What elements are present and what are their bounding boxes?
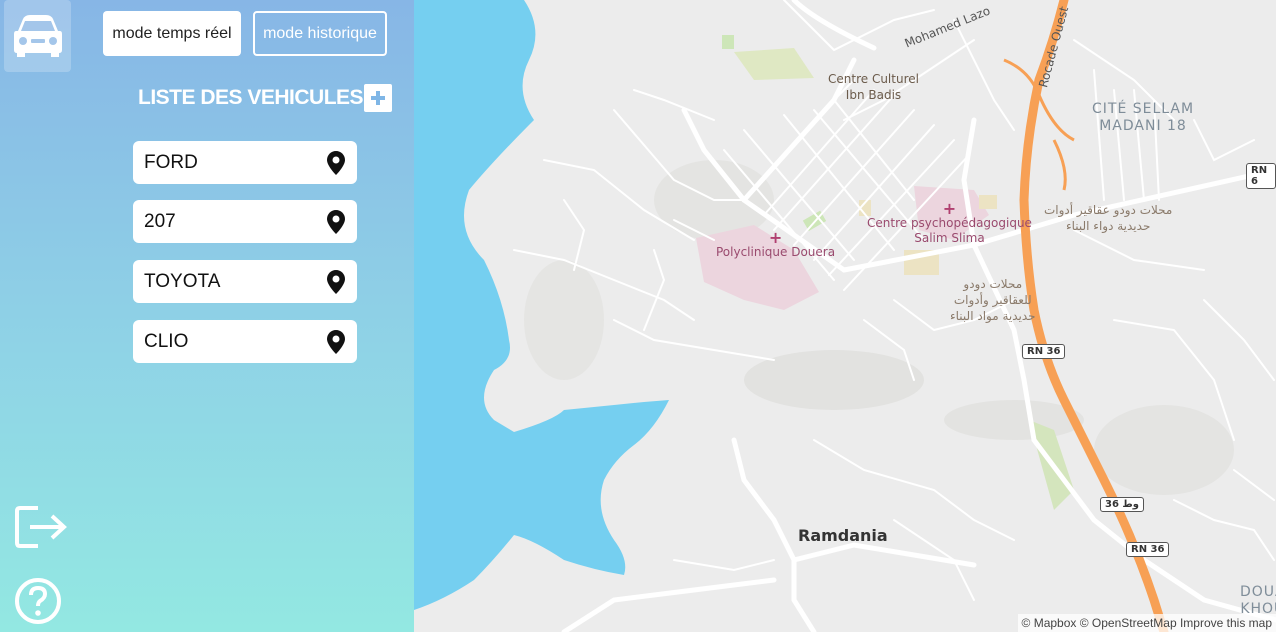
map-marker-icon[interactable] xyxy=(327,150,345,175)
vehicle-label: TOYOTA xyxy=(144,270,221,292)
car-icon xyxy=(13,15,62,57)
help-button[interactable] xyxy=(14,577,62,630)
hospital-icon: + xyxy=(768,228,783,247)
map-marker-icon[interactable] xyxy=(327,329,345,354)
logout-button[interactable] xyxy=(14,504,68,555)
car-tile[interactable] xyxy=(4,0,71,72)
mode-historic-button[interactable]: mode historique xyxy=(253,11,387,56)
sidebar: mode temps réel mode historique LISTE DE… xyxy=(0,0,414,632)
label-arabic-shop-2: محلات دودو للعقاقير وأدوات حديدية مواد ا… xyxy=(950,277,1036,323)
vehicle-item-toyota[interactable]: TOYOTA xyxy=(133,260,357,303)
vehicle-label: 207 xyxy=(144,210,176,232)
road-shield-rn6: RN 6 xyxy=(1246,163,1276,189)
label-cite-sellam: CITÉ SELLAM MADANI 18 xyxy=(1092,101,1195,134)
plus-icon xyxy=(371,91,385,105)
road-shield-rn36-ar: 36 وط xyxy=(1100,497,1145,512)
road-shield-rn36: RN 36 xyxy=(1022,344,1066,359)
vehicle-item-207[interactable]: 207 xyxy=(133,200,357,243)
map-attribution[interactable]: © Mapbox © OpenStreetMap Improve this ma… xyxy=(1017,614,1276,632)
map-marker-icon[interactable] xyxy=(327,269,345,294)
road-shield-rn36: RN 36 xyxy=(1126,542,1170,557)
vehicle-item-ford[interactable]: FORD xyxy=(133,141,357,184)
label-doua: DOUA KHOU xyxy=(1240,584,1276,617)
vehicle-list-title: LISTE DES VEHICULES xyxy=(138,86,364,109)
logout-icon xyxy=(15,506,67,548)
label-centre-culturel: Centre Culturel Ibn Badis xyxy=(828,72,919,102)
label-centre-psy[interactable]: + Centre psychopédagogique Salim Slima xyxy=(867,201,1032,246)
add-vehicle-button[interactable] xyxy=(364,84,392,112)
map-view[interactable]: Centre Culturel Ibn Badis Mohamed Lazo R… xyxy=(414,0,1276,632)
vehicle-label: CLIO xyxy=(144,330,189,352)
vehicle-label: FORD xyxy=(144,151,198,173)
map-marker-icon[interactable] xyxy=(327,209,345,234)
hospital-icon: + xyxy=(942,199,957,218)
label-polyclinique[interactable]: + Polyclinique Douera xyxy=(716,230,835,260)
label-ramdania: Ramdania xyxy=(798,526,888,545)
help-icon xyxy=(15,578,61,624)
label-arabic-shop-1: محلات دودو عقاقير أدوات حديدية دواء البن… xyxy=(1044,203,1173,233)
vehicle-item-clio[interactable]: CLIO xyxy=(133,320,357,363)
mode-realtime-button[interactable]: mode temps réel xyxy=(103,11,241,56)
